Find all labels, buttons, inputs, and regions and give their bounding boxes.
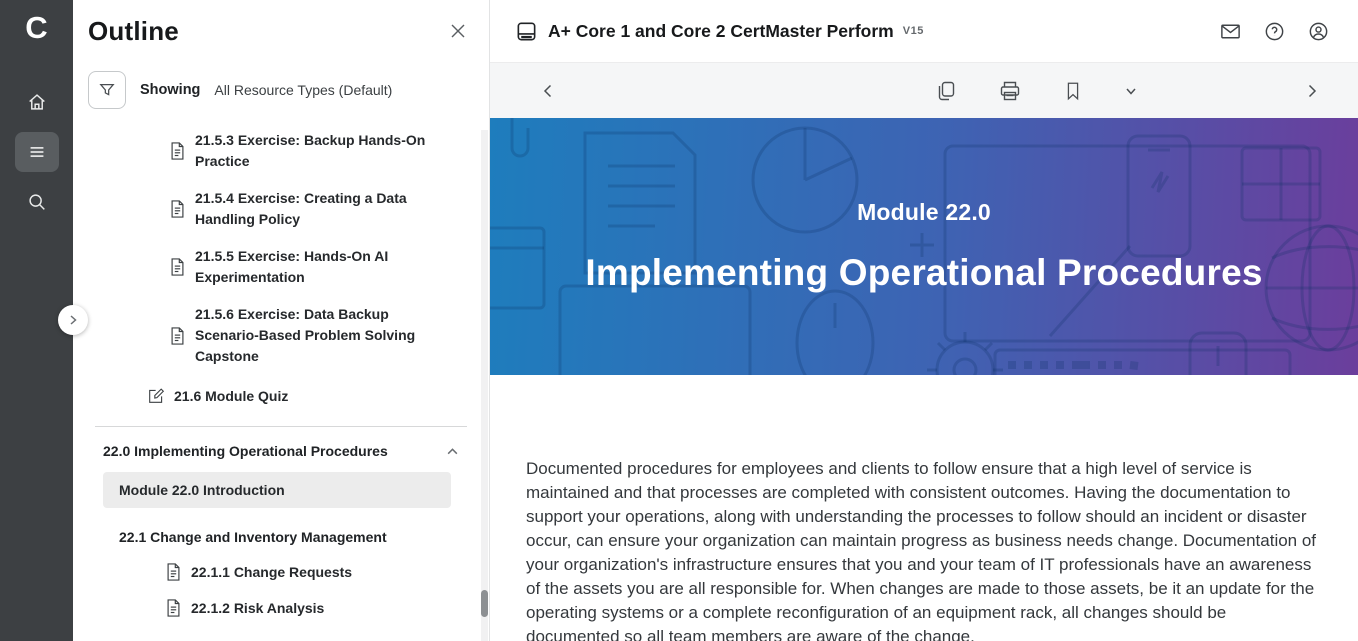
next-page-button[interactable] <box>1304 83 1320 99</box>
chevron-down-icon <box>1124 84 1138 98</box>
outline-item-label: 21.5.4 Exercise: Creating a Data Handlin… <box>195 188 431 230</box>
bookmark-icon <box>1062 79 1084 103</box>
outline-section-22-0[interactable]: 22.0 Implementing Operational Procedures <box>103 443 459 459</box>
toolbar-center-group <box>914 79 1158 103</box>
filter-button[interactable] <box>88 71 126 109</box>
mail-icon <box>1219 20 1242 43</box>
brand-logo: C <box>25 9 47 47</box>
outline-divider <box>95 426 467 427</box>
chevron-right-icon <box>67 314 79 326</box>
document-icon <box>170 142 185 160</box>
outline-item-label: 21.5.3 Exercise: Backup Hands-On Practic… <box>195 130 431 172</box>
showing-label: Showing <box>140 82 200 98</box>
outline-item-label: 21.5.6 Exercise: Data Backup Scenario-Ba… <box>195 304 431 367</box>
filter-row: Showing All Resource Types (Default) <box>88 71 489 109</box>
module-hero-banner: Module 22.0 Implementing Operational Pro… <box>490 118 1358 375</box>
hero-module-label: Module 22.0 <box>857 199 991 226</box>
outline-item-label: 22.1 Change and Inventory Management <box>119 529 387 545</box>
account-icon <box>1307 20 1330 43</box>
outline-close-button[interactable] <box>449 22 467 45</box>
outline-item-label: 21.5.5 Exercise: Hands-On AI Experimenta… <box>195 246 431 288</box>
document-icon <box>170 327 185 345</box>
messages-button[interactable] <box>1219 20 1242 43</box>
document-icon <box>166 563 181 581</box>
outline-item-22-1-1[interactable]: 22.1.1 Change Requests <box>166 563 489 581</box>
outline-item-21-5-6[interactable]: 21.5.6 Exercise: Data Backup Scenario-Ba… <box>170 304 489 367</box>
menu-icon <box>26 141 48 163</box>
chevron-up-icon <box>446 445 459 458</box>
outline-item-module-22-intro-selected[interactable]: Module 22.0 Introduction <box>103 472 451 508</box>
outline-item-label: Module 22.0 Introduction <box>119 482 285 498</box>
search-icon <box>26 191 48 213</box>
outline-item-label: 21.6 Module Quiz <box>174 388 288 404</box>
course-header: A+ Core 1 and Core 2 CertMaster Perform … <box>490 0 1358 62</box>
home-icon <box>26 91 48 113</box>
quiz-edit-icon <box>148 387 165 404</box>
outline-sidebar: Outline Showing All Resource Types (Defa… <box>73 0 490 641</box>
copy-icon <box>934 79 958 103</box>
outline-item-21-5-3[interactable]: 21.5.3 Exercise: Backup Hands-On Practic… <box>170 130 489 172</box>
outline-item-22-1-2[interactable]: 22.1.2 Risk Analysis <box>166 599 489 617</box>
chevron-left-icon <box>540 83 556 99</box>
home-button[interactable] <box>15 82 59 122</box>
bookmark-menu-button[interactable] <box>1124 84 1138 98</box>
chevron-right-icon <box>1304 83 1320 99</box>
outline-scrollbar-track[interactable] <box>481 130 488 641</box>
filter-value: All Resource Types (Default) <box>214 82 392 98</box>
outline-item-label: 22.1.1 Change Requests <box>191 564 352 580</box>
document-icon <box>170 258 185 276</box>
app-window: C Outline <box>0 0 1358 641</box>
main-panel: A+ Core 1 and Core 2 CertMaster Perform … <box>490 0 1358 641</box>
lesson-content: Documented procedures for employees and … <box>490 375 1358 641</box>
outline-item-label: 22.1.2 Risk Analysis <box>191 600 324 616</box>
reader-toolbar <box>490 62 1358 118</box>
sidebar-expand-handle[interactable] <box>58 305 88 335</box>
hero-module-title: Implementing Operational Procedures <box>585 252 1262 294</box>
account-button[interactable] <box>1307 20 1330 43</box>
search-button[interactable] <box>15 182 59 222</box>
outline-item-22-1[interactable]: 22.1 Change and Inventory Management <box>119 529 489 545</box>
help-button[interactable] <box>1263 20 1286 43</box>
ebook-icon <box>515 20 538 43</box>
filter-funnel-icon <box>97 80 117 100</box>
rail-nav <box>15 82 59 222</box>
outline-item-21-6-quiz[interactable]: 21.6 Module Quiz <box>148 387 489 404</box>
lesson-paragraph: Documented procedures for employees and … <box>526 457 1318 641</box>
close-icon <box>449 22 467 40</box>
help-icon <box>1263 20 1286 43</box>
course-version-badge: V15 <box>903 25 924 37</box>
outline-item-21-5-5[interactable]: 21.5.5 Exercise: Hands-On AI Experimenta… <box>170 246 489 288</box>
outline-header: Outline <box>73 0 489 47</box>
outline-title: Outline <box>88 16 179 47</box>
document-icon <box>170 200 185 218</box>
copy-button[interactable] <box>934 79 958 103</box>
outline-list: 21.5.3 Exercise: Backup Hands-On Practic… <box>73 130 489 617</box>
print-icon <box>998 79 1022 103</box>
document-icon <box>166 599 181 617</box>
outline-scrollbar-thumb[interactable] <box>481 590 488 617</box>
outline-item-21-5-4[interactable]: 21.5.4 Exercise: Creating a Data Handlin… <box>170 188 489 230</box>
previous-page-button[interactable] <box>540 83 556 99</box>
outline-menu-button[interactable] <box>15 132 59 172</box>
course-title: A+ Core 1 and Core 2 CertMaster Perform <box>548 21 894 42</box>
header-actions <box>1219 20 1330 43</box>
print-button[interactable] <box>998 79 1022 103</box>
bookmark-button[interactable] <box>1062 79 1084 103</box>
section-label: 22.0 Implementing Operational Procedures <box>103 443 388 459</box>
tech-pattern-background <box>490 118 1358 375</box>
